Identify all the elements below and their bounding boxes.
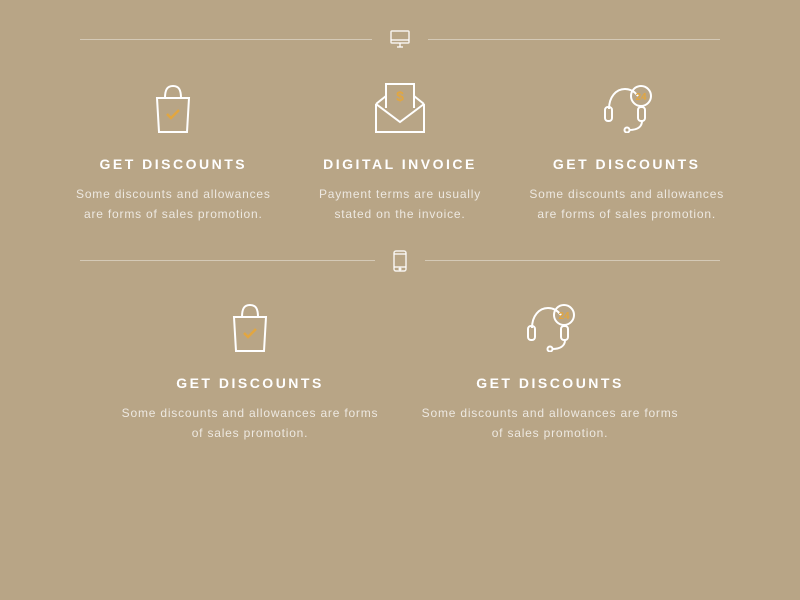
feature-desc: Some discounts and allowances are forms … (115, 403, 385, 444)
badge-24: 24 (635, 92, 647, 103)
divider-line (80, 39, 372, 40)
headset-24-icon: 24 (528, 78, 725, 138)
feature-desc: Some discounts and allowances are forms … (75, 184, 272, 225)
divider-line (428, 39, 720, 40)
feature-desc: Some discounts and allowances are forms … (528, 184, 725, 225)
feature-title: GET DISCOUNTS (75, 156, 272, 172)
feature-desc: Some discounts and allowances are forms … (415, 403, 685, 444)
feature-title: DIGITAL INVOICE (302, 156, 499, 172)
envelope-invoice-icon: $ (302, 78, 499, 138)
feature-title: GET DISCOUNTS (415, 375, 685, 391)
monitor-icon (390, 30, 410, 48)
phone-icon (393, 250, 407, 272)
headset-24-icon: 24 (415, 297, 685, 357)
feature-discounts-2: GET DISCOUNTS Some discounts and allowan… (100, 297, 400, 444)
feature-row-2: GET DISCOUNTS Some discounts and allowan… (0, 272, 800, 464)
feature-support-2: 24 GET DISCOUNTS Some discounts and allo… (400, 297, 700, 444)
feature-support-1: 24 GET DISCOUNTS Some discounts and allo… (513, 78, 740, 225)
shopping-bag-icon (115, 297, 385, 357)
feature-title: GET DISCOUNTS (115, 375, 385, 391)
divider-line (425, 260, 720, 261)
feature-row-1: GET DISCOUNTS Some discounts and allowan… (0, 48, 800, 250)
divider-line (80, 260, 375, 261)
separator-monitor (0, 0, 800, 48)
shopping-bag-icon (75, 78, 272, 138)
separator-phone (0, 250, 800, 272)
feature-title: GET DISCOUNTS (528, 156, 725, 172)
feature-desc: Payment terms are usually stated on the … (302, 184, 499, 225)
feature-discounts-1: GET DISCOUNTS Some discounts and allowan… (60, 78, 287, 225)
svg-text:$: $ (396, 88, 404, 104)
feature-invoice: $ DIGITAL INVOICE Payment terms are usua… (287, 78, 514, 225)
badge-24: 24 (558, 311, 570, 322)
